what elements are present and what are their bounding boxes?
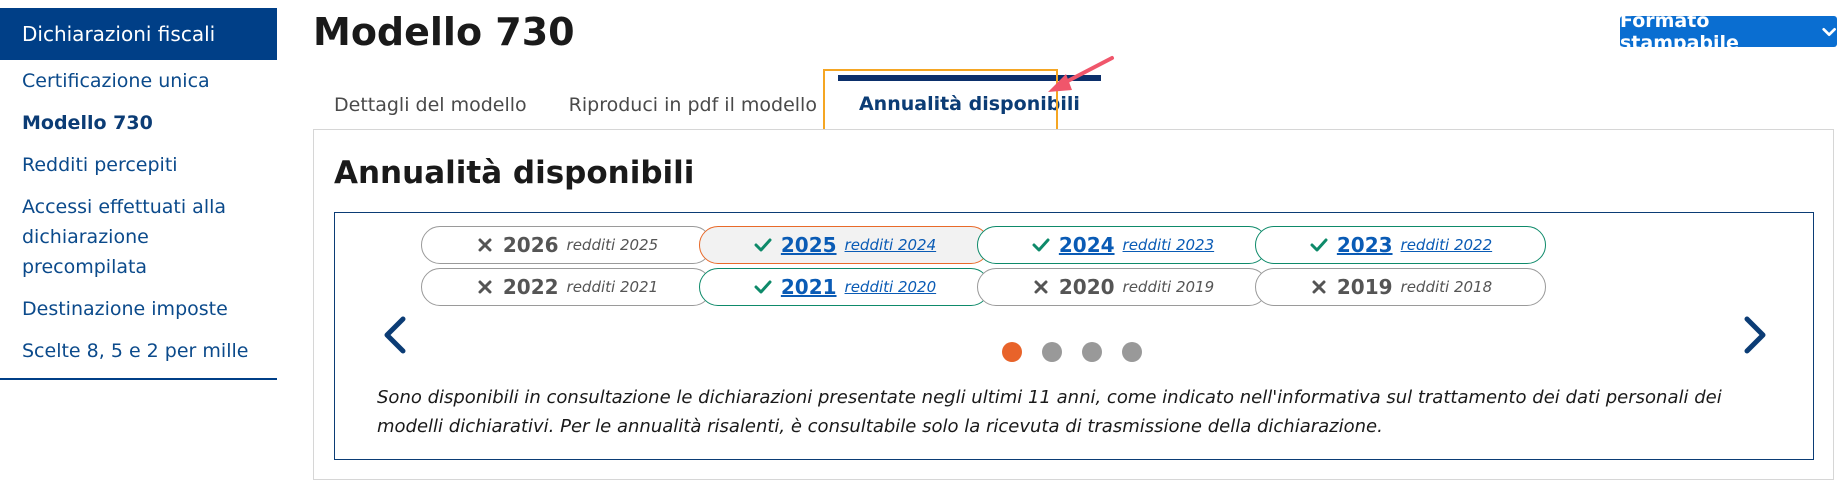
carousel-dot[interactable] bbox=[1122, 342, 1142, 362]
tab-riproduci-pdf[interactable]: Riproduci in pdf il modello bbox=[548, 75, 838, 133]
year-item-2025[interactable]: 2025 redditi 2024 bbox=[699, 226, 990, 264]
tab-dettagli-modello[interactable]: Dettagli del modello bbox=[313, 75, 548, 133]
check-icon bbox=[754, 238, 772, 252]
print-format-label: Formato stampabile bbox=[1620, 9, 1739, 54]
carousel-pagination bbox=[1002, 342, 1142, 362]
sidebar-item-redditi-percepiti[interactable]: Redditi percepiti bbox=[0, 144, 277, 186]
year-item-2026[interactable]: 2026 redditi 2025 bbox=[421, 226, 712, 264]
tab-bar: Dettagli del modello Riproduci in pdf il… bbox=[313, 75, 1101, 133]
year-item-2022[interactable]: 2022 redditi 2021 bbox=[421, 268, 712, 306]
year-income-label: redditi 2024 bbox=[844, 236, 937, 254]
year-income-label: redditi 2019 bbox=[1122, 278, 1215, 296]
info-text: Sono disponibili in consultazione le dic… bbox=[377, 387, 1722, 437]
year-item-2024[interactable]: 2024 redditi 2023 bbox=[977, 226, 1268, 264]
sidebar-item-accessi-effettuati[interactable]: Accessi effettuati alla dichiarazione pr… bbox=[0, 186, 277, 288]
year-income-label: redditi 2020 bbox=[844, 278, 937, 296]
annualita-panel: Annualità disponibili 2026 redditi 2025 20… bbox=[313, 129, 1834, 480]
check-icon bbox=[754, 280, 772, 294]
check-icon bbox=[1310, 238, 1328, 252]
sidebar-item-certificazione-unica[interactable]: Certificazione unica bbox=[0, 60, 277, 102]
carousel-dot[interactable] bbox=[1082, 342, 1102, 362]
year-item-2021[interactable]: 2021 redditi 2020 bbox=[699, 268, 990, 306]
close-icon bbox=[1034, 280, 1048, 294]
panel-title: Annualità disponibili bbox=[334, 155, 695, 191]
sidebar-item-modello-730[interactable]: Modello 730 bbox=[0, 102, 277, 144]
carousel-dot[interactable] bbox=[1042, 342, 1062, 362]
year-label: 2025 bbox=[780, 233, 837, 257]
year-label: 2020 bbox=[1058, 275, 1115, 299]
carousel-dot[interactable] bbox=[1002, 342, 1022, 362]
close-icon bbox=[1312, 280, 1326, 294]
sidebar-item-destinazione-imposte[interactable]: Destinazione imposte bbox=[0, 288, 277, 330]
year-label: 2024 bbox=[1058, 233, 1115, 257]
sidebar: Dichiarazioni fiscali Certificazione uni… bbox=[0, 8, 277, 380]
close-icon bbox=[478, 280, 492, 294]
chevron-down-icon bbox=[1822, 27, 1836, 36]
sidebar-header: Dichiarazioni fiscali bbox=[0, 8, 277, 60]
tab-annualita-disponibili[interactable]: Annualità disponibili bbox=[837, 75, 1101, 133]
year-label: 2026 bbox=[502, 233, 559, 257]
year-label: 2022 bbox=[502, 275, 559, 299]
year-item-2019[interactable]: 2019 redditi 2018 bbox=[1255, 268, 1546, 306]
close-icon bbox=[478, 238, 492, 252]
print-format-button[interactable]: Formato stampabile bbox=[1620, 10, 1837, 54]
year-item-2020[interactable]: 2020 redditi 2019 bbox=[977, 268, 1268, 306]
year-income-label: redditi 2021 bbox=[566, 278, 659, 296]
sidebar-list: Certificazione unica Modello 730 Redditi… bbox=[0, 60, 277, 380]
year-item-2023[interactable]: 2023 redditi 2022 bbox=[1255, 226, 1546, 264]
page-title: Modello 730 bbox=[313, 10, 575, 54]
year-income-label: redditi 2023 bbox=[1122, 236, 1215, 254]
year-income-label: redditi 2018 bbox=[1400, 278, 1493, 296]
sidebar-item-scelte-per-mille[interactable]: Scelte 8, 5 e 2 per mille bbox=[0, 330, 277, 372]
year-income-label: redditi 2022 bbox=[1400, 236, 1493, 254]
year-label: 2019 bbox=[1336, 275, 1393, 299]
year-label: 2021 bbox=[780, 275, 837, 299]
years-carousel: 2026 redditi 2025 2025 redditi 2024 2024 redd… bbox=[334, 212, 1814, 460]
check-icon bbox=[1032, 238, 1050, 252]
year-label: 2023 bbox=[1336, 233, 1393, 257]
year-income-label: redditi 2025 bbox=[566, 236, 659, 254]
